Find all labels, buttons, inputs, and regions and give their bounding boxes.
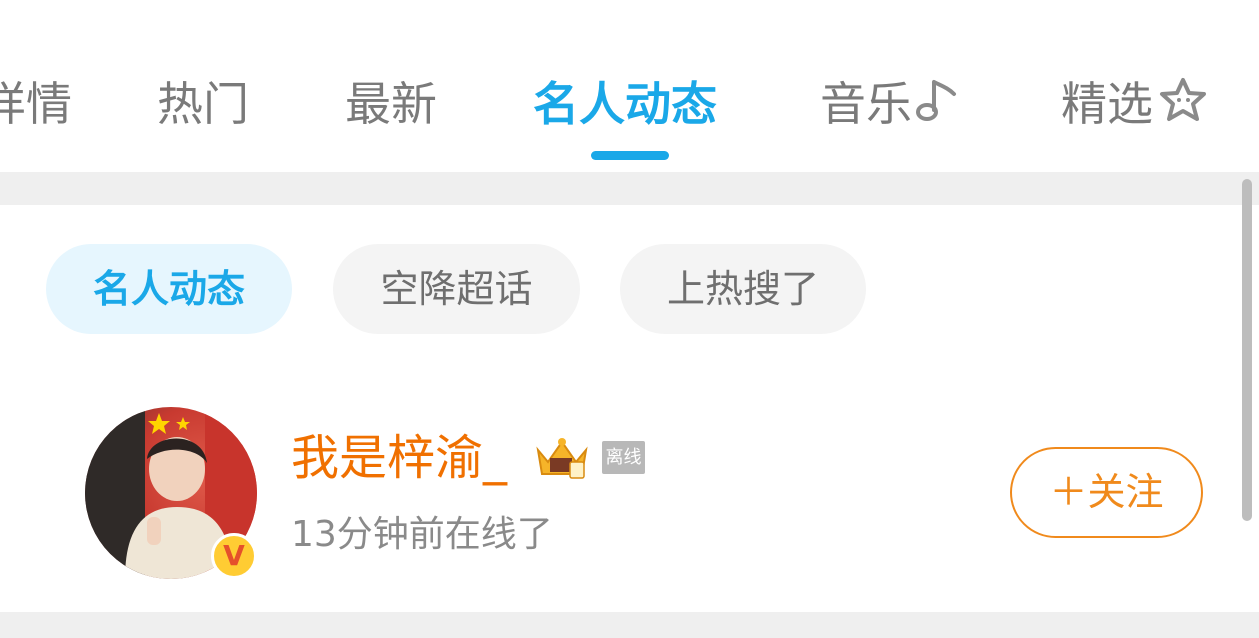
tab-label: 热门 — [157, 77, 249, 131]
tab-details[interactable]: 详情 — [0, 72, 72, 136]
active-tab-indicator — [591, 151, 669, 160]
username[interactable]: 我是梓渝_ — [291, 426, 507, 490]
crown-badge-icon — [532, 434, 592, 486]
chip-label: 上热搜了 — [666, 267, 819, 311]
music-note-icon — [916, 76, 958, 140]
tab-label: 详情 — [0, 77, 72, 131]
tab-bar: 详情 热门 最新 名人动态 音乐 精选 — [0, 0, 1259, 172]
follow-button[interactable]: ＋关注 — [1010, 447, 1203, 538]
tab-label: 名人动态 — [533, 77, 717, 131]
offline-badge: 离线 — [602, 441, 645, 474]
section-divider — [0, 612, 1259, 638]
tab-featured[interactable]: 精选 — [1061, 72, 1209, 136]
tab-latest[interactable]: 最新 — [345, 72, 437, 136]
chip-airdrop-supertopic[interactable]: 空降超话 — [333, 244, 580, 334]
section-divider — [0, 172, 1259, 205]
tab-celebrity-news[interactable]: 名人动态 — [533, 72, 717, 136]
chip-celebrity-news[interactable]: 名人动态 — [46, 244, 292, 334]
chip-label: 名人动态 — [92, 267, 245, 311]
tab-hot[interactable]: 热门 — [157, 72, 249, 136]
scrollbar[interactable] — [1242, 179, 1252, 521]
chip-trending[interactable]: 上热搜了 — [620, 244, 866, 334]
online-status: 13分钟前在线了 — [291, 514, 553, 555]
tab-label: 最新 — [345, 77, 437, 131]
tab-label: 精选 — [1061, 77, 1153, 131]
chip-label: 空降超话 — [380, 267, 533, 311]
verified-badge-icon: V — [211, 533, 257, 579]
star-icon — [1157, 76, 1209, 140]
tab-music[interactable]: 音乐 — [820, 72, 958, 136]
tab-label: 音乐 — [820, 77, 912, 131]
